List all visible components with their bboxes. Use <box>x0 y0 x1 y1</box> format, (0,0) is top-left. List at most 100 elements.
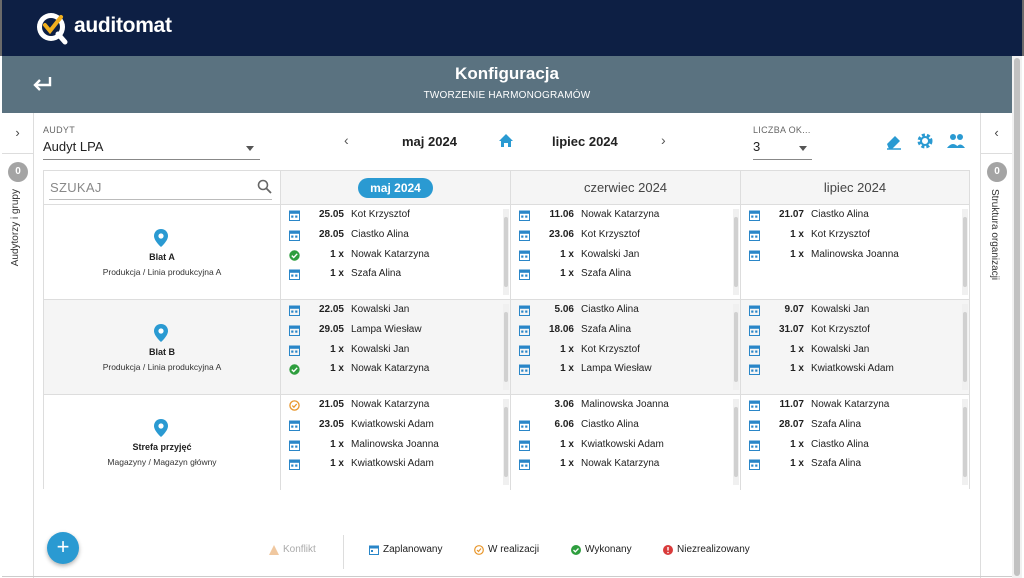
location-path: Produkcja / Linia produkcyjna A <box>102 267 222 277</box>
prev-month-icon[interactable]: ‹ <box>344 132 349 148</box>
calendar-icon <box>289 230 300 241</box>
eraser-icon[interactable] <box>884 131 904 151</box>
auditomat-logo-icon <box>37 13 68 45</box>
cell-scrollbar-thumb[interactable] <box>734 217 738 287</box>
auditor-name: Malinowska Joanna <box>351 439 439 450</box>
cell-scrollbar[interactable] <box>962 399 968 485</box>
schedule-grid: SZUKAJ maj 2024 czerwiec 2024 lipiec 202… <box>43 170 970 490</box>
cell-scrollbar[interactable] <box>962 209 968 295</box>
chevron-right-icon[interactable]: › <box>2 125 33 140</box>
audit-date: 1 x <box>560 268 574 279</box>
audit-date: 1 x <box>790 363 804 374</box>
search-icon[interactable] <box>257 179 272 194</box>
add-button[interactable]: + <box>47 532 79 564</box>
schedule-cell[interactable]: 25.05 Kot Krzysztof 28.05 Ciastko Alina 1 x N… <box>281 205 511 300</box>
cell-scrollbar[interactable] <box>733 304 739 390</box>
cell-scrollbar-thumb[interactable] <box>963 312 967 382</box>
calendar-icon <box>519 364 530 375</box>
cell-scrollbar-thumb[interactable] <box>734 407 738 477</box>
schedule-cell[interactable]: 21.07 Ciastko Alina 1 x Kot Krzysztof 1 x Mal… <box>741 205 969 300</box>
calendar-icon <box>749 325 760 336</box>
schedule-cell[interactable]: 22.05 Kowalski Jan 29.05 Lampa Wiesław 1 x Ko… <box>281 300 511 395</box>
users-group-icon[interactable] <box>946 131 966 151</box>
audit-date: 21.05 <box>318 399 344 410</box>
auditors-panel-collapsed[interactable]: › 0 Audytorzy i grupy <box>2 113 34 578</box>
chevron-down-icon[interactable] <box>799 146 807 151</box>
months-count-select[interactable]: 3 <box>753 139 760 154</box>
calendar-icon <box>749 440 760 451</box>
legend-not-done-label: Niezrealizowany <box>677 544 750 555</box>
bottom-border <box>2 576 1012 577</box>
calendar-icon <box>519 459 530 470</box>
auditor-name: Kot Krzysztof <box>811 324 870 335</box>
schedule-cell[interactable]: 5.06 Ciastko Alina 18.06 Szafa Alina 1 x Kot … <box>511 300 741 395</box>
clock-icon <box>289 400 300 411</box>
row-location[interactable]: Blat A Produkcja / Linia produkcyjna A <box>44 205 281 300</box>
legend-conflict-label: Konflikt <box>283 544 316 555</box>
audit-date: 1 x <box>790 344 804 355</box>
org-structure-panel-collapsed[interactable]: ‹ 0 Struktura organizacji <box>980 113 1012 578</box>
audit-date: 1 x <box>560 249 574 260</box>
cell-scrollbar[interactable] <box>503 399 509 485</box>
schedule-cell[interactable]: 11.06 Nowak Katarzyna 23.06 Kot Krzysztof 1 … <box>511 205 741 300</box>
settings-gear-icon[interactable] <box>915 131 935 151</box>
cell-scrollbar[interactable] <box>503 304 509 390</box>
check-circle-icon <box>289 364 300 375</box>
legend-divider <box>343 535 344 569</box>
calendar-icon <box>749 459 760 470</box>
calendar-icon <box>519 269 530 280</box>
cell-scrollbar-thumb[interactable] <box>734 312 738 382</box>
cell-scrollbar[interactable] <box>503 209 509 295</box>
audit-date: 6.06 <box>554 419 574 430</box>
schedule-cell[interactable]: 9.07 Kowalski Jan 31.07 Kot Krzysztof 1 x Kow… <box>741 300 969 395</box>
audit-date: 1 x <box>560 439 574 450</box>
org-structure-count-badge: 0 <box>987 162 1007 182</box>
calendar-icon <box>749 230 760 241</box>
audit-date: 22.05 <box>318 304 344 315</box>
audit-date: 31.07 <box>778 324 804 335</box>
chevron-left-icon[interactable]: ‹ <box>981 125 1012 140</box>
cell-scrollbar[interactable] <box>733 399 739 485</box>
auditors-panel-label[interactable]: Audytorzy i grupy <box>10 189 21 266</box>
org-structure-panel-label[interactable]: Struktura organizacji <box>989 189 1000 280</box>
search-input[interactable]: SZUKAJ <box>50 180 102 195</box>
cell-scrollbar-thumb[interactable] <box>963 217 967 287</box>
calendar-icon <box>289 459 300 470</box>
schedule-cell[interactable]: 3.06 Malinowska Joanna 6.06 Ciastko Alina 1 … <box>511 395 741 490</box>
auditor-name: Ciastko Alina <box>811 439 869 450</box>
cell-scrollbar[interactable] <box>962 304 968 390</box>
auditor-name: Szafa Alina <box>581 268 632 279</box>
cell-scrollbar-thumb[interactable] <box>504 407 508 477</box>
calendar-icon <box>519 345 530 356</box>
conflict-warning-icon <box>269 545 279 555</box>
app-logo-text: auditomat <box>74 14 172 37</box>
audit-date: 25.05 <box>318 209 344 220</box>
audit-date: 28.05 <box>318 229 344 240</box>
column-header: lipiec 2024 <box>741 171 969 205</box>
calendar-icon <box>519 250 530 261</box>
audit-select[interactable]: Audyt LPA <box>43 139 103 154</box>
prev-month-label[interactable]: maj 2024 <box>402 134 457 149</box>
scrollbar-thumb[interactable] <box>1014 58 1020 576</box>
next-month-label[interactable]: lipiec 2024 <box>552 134 618 149</box>
cell-scrollbar[interactable] <box>733 209 739 295</box>
row-location[interactable]: Blat B Produkcja / Linia produkcyjna A <box>44 300 281 395</box>
location-pin-icon <box>154 419 168 437</box>
page-scrollbar[interactable] <box>1012 56 1022 578</box>
home-icon[interactable] <box>498 133 514 148</box>
schedule-cell[interactable]: 11.07 Nowak Katarzyna 28.07 Szafa Alina 1 x C… <box>741 395 969 490</box>
cell-scrollbar-thumb[interactable] <box>504 217 508 287</box>
calendar-icon <box>749 364 760 375</box>
auditor-name: Kot Krzysztof <box>581 229 640 240</box>
next-month-icon[interactable]: › <box>661 132 666 148</box>
row-location[interactable]: Strefa przyjęć Magazyny / Magazyn główny <box>44 395 281 490</box>
search-box[interactable]: SZUKAJ <box>44 171 281 205</box>
cell-scrollbar-thumb[interactable] <box>963 407 967 477</box>
calendar-icon <box>749 305 760 316</box>
legend-done-label: Wykonany <box>585 544 632 555</box>
page-subtitle: TWORZENIE HARMONOGRAMÓW <box>423 90 591 101</box>
cell-scrollbar-thumb[interactable] <box>504 312 508 382</box>
schedule-cell[interactable]: 21.05 Nowak Katarzyna 23.05 Kwiatkowski Ada… <box>281 395 511 490</box>
chevron-down-icon[interactable] <box>246 146 254 151</box>
audit-date: 5.06 <box>554 304 574 315</box>
